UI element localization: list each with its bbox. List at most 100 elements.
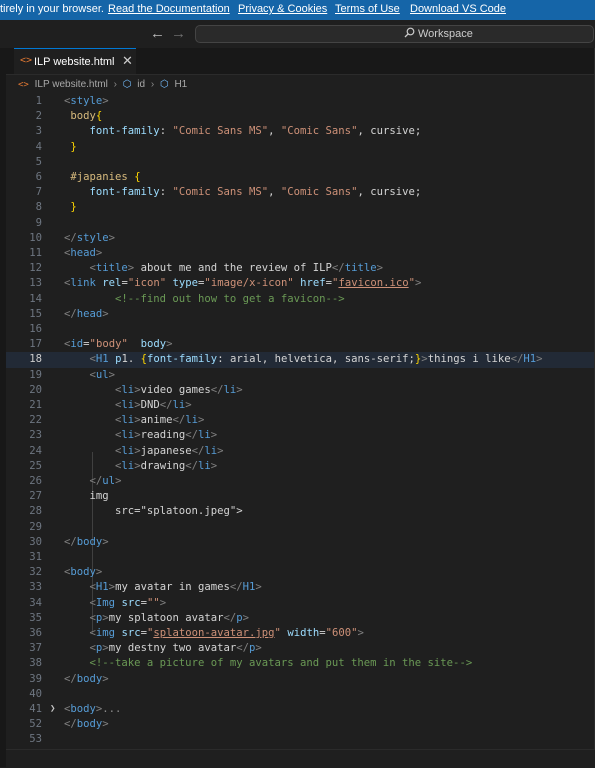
breadcrumb: <> ILP website.html › ⬡ id › ⬡ H1 xyxy=(18,79,190,93)
code-text: <H1 p1. {font-family: arial, helvetica, … xyxy=(89,353,543,366)
code-line[interactable]: 23 <li>reading</li> xyxy=(6,428,595,443)
breadcrumb-file[interactable]: ILP website.html xyxy=(35,79,108,90)
code-line[interactable]: 28 src="splatoon.jpeg"> xyxy=(6,504,595,519)
code-line[interactable]: 25 <li>drawing</li> xyxy=(6,459,595,474)
terms-of-use-link[interactable]: Terms of Use xyxy=(335,3,400,15)
command-center-search[interactable]: Workspace xyxy=(195,25,594,43)
code-line[interactable]: 39 </body> xyxy=(6,672,595,687)
code-line[interactable]: 22 <li>anime</li> xyxy=(6,413,595,428)
code-line[interactable]: 15 </head> xyxy=(6,307,595,322)
code-line[interactable]: 33 <H1>my avatar in games</H1> xyxy=(6,580,595,595)
code-line[interactable]: 10 </style> xyxy=(6,231,595,246)
code-line[interactable]: 3 font-family: "Comic Sans MS", "Comic S… xyxy=(6,124,595,139)
code-text: font-family: "Comic Sans MS", "Comic San… xyxy=(89,125,422,138)
code-line[interactable]: 2 body{ xyxy=(6,109,595,124)
code-line[interactable]: 8 } xyxy=(6,200,595,215)
line-number: 24 xyxy=(29,444,42,457)
code-line[interactable]: 32 <body> xyxy=(6,565,595,580)
close-icon[interactable]: ✕ xyxy=(122,53,133,69)
chevron-right-icon[interactable]: ❯ xyxy=(50,702,55,717)
command-center-label: Workspace xyxy=(418,28,473,40)
code-text: <img src="splatoon-avatar.jpg" width="60… xyxy=(89,627,364,639)
code-line[interactable]: 5 xyxy=(6,155,595,170)
code-line[interactable]: 30 </body> xyxy=(6,535,595,550)
line-number: 28 xyxy=(29,505,42,518)
code-line[interactable]: 20 <li>video games</li> xyxy=(6,383,595,398)
code-line[interactable]: 34 <Img src=""> xyxy=(6,596,595,611)
privacy-cookies-link[interactable]: Privacy & Cookies xyxy=(238,3,327,15)
breadcrumb-item-id[interactable]: id xyxy=(137,79,145,90)
line-number: 39 xyxy=(29,672,42,685)
code-text: </body> xyxy=(64,718,109,731)
breadcrumb-item-h1[interactable]: H1 xyxy=(174,79,187,90)
code-line[interactable]: 38 <!--take a picture of my avatars and … xyxy=(6,656,595,671)
line-number: 8 xyxy=(35,201,42,214)
code-line[interactable]: 1 <style> xyxy=(6,94,595,109)
code-line[interactable]: 11 <head> xyxy=(6,246,595,261)
line-number: 4 xyxy=(35,140,42,153)
code-line[interactable]: 13 <link rel="icon" type="image/x-icon" h… xyxy=(6,276,595,291)
code-line[interactable]: 36 <img src="splatoon-avatar.jpg" width=… xyxy=(6,626,595,641)
line-number: 7 xyxy=(35,186,42,199)
arrow-left-icon[interactable]: ← xyxy=(150,25,165,42)
html-file-icon: <> xyxy=(18,80,29,90)
code-text: </body> xyxy=(64,672,109,685)
code-text: </head> xyxy=(64,307,109,320)
code-text: <li>reading</li> xyxy=(115,429,218,442)
code-line[interactable]: 18 <H1 p1. {font-family: arial, helvetic… xyxy=(6,352,595,368)
code-text: </ul> xyxy=(89,475,122,487)
code-line[interactable]: 27 img xyxy=(6,489,595,504)
code-text: <li>japanese</li> xyxy=(115,444,224,457)
line-number: 21 xyxy=(29,399,42,411)
code-line[interactable]: 37 <p>my destny two avatar</p> xyxy=(6,641,595,656)
code-line[interactable]: 6 #japanies { xyxy=(6,170,595,185)
line-number: 1 xyxy=(35,95,42,107)
tab-ilp-website-html[interactable]: <> ILP website.html ✕ xyxy=(14,48,136,74)
code-line[interactable]: 16 xyxy=(6,322,595,337)
line-number: 2 xyxy=(35,110,42,123)
code-text: img xyxy=(89,490,109,503)
line-number: 53 xyxy=(29,733,42,746)
code-line[interactable]: 24 <li>japanese</li> xyxy=(6,444,595,459)
line-number: 22 xyxy=(29,414,42,427)
line-number: 30 xyxy=(29,535,42,548)
code-line[interactable]: 35 <p>my splatoon avatar</p> xyxy=(6,611,595,626)
code-line[interactable]: 26 </ul> xyxy=(6,474,595,489)
code-line[interactable]: 53 xyxy=(6,732,595,747)
code-text: <link rel="icon" type="image/x-icon" hre… xyxy=(64,277,422,290)
code-line[interactable]: 21 <li>DND</li> xyxy=(6,398,595,413)
code-text: <li>drawing</li> xyxy=(115,459,218,472)
code-line[interactable]: 40 xyxy=(6,687,595,702)
code-text: src="splatoon.jpeg"> xyxy=(64,505,243,518)
search-icon xyxy=(404,27,415,41)
line-number: 31 xyxy=(29,551,42,563)
code-text: <body> xyxy=(64,566,103,579)
code-line[interactable]: 14 <!--find out how to get a favicon--> xyxy=(6,292,595,307)
code-line[interactable]: 29 xyxy=(6,520,595,535)
code-line[interactable]: 17 <id="body" body> xyxy=(6,337,595,352)
code-line[interactable]: 12 <title> about me and the review of IL… xyxy=(6,261,595,276)
code-text: body{ xyxy=(70,110,103,123)
download-vscode-link[interactable]: Download VS Code xyxy=(410,3,506,15)
code-line[interactable]: 19 <ul> xyxy=(6,368,595,383)
code-line[interactable]: 7 font-family: "Comic Sans MS", "Comic S… xyxy=(6,185,595,200)
code-text: <!--find out how to get a favicon--> xyxy=(115,292,345,305)
line-number: 12 xyxy=(29,262,42,275)
arrow-right-icon[interactable]: → xyxy=(171,25,186,42)
code-text: <id="body" body> xyxy=(64,338,173,351)
code-text: <p>my destny two avatar</p> xyxy=(89,642,262,655)
code-line[interactable]: 52 </body> xyxy=(6,717,595,732)
code-line[interactable]: 9 xyxy=(6,216,595,231)
code-line[interactable]: 31 xyxy=(6,550,595,565)
read-documentation-link[interactable]: Read the Documentation xyxy=(108,3,230,15)
line-number: 37 xyxy=(29,642,42,655)
tab-label: ILP website.html xyxy=(34,56,115,68)
code-line[interactable]: 41 ❯ <body>... xyxy=(6,702,595,717)
code-text: font-family: "Comic Sans MS", "Comic San… xyxy=(89,186,422,199)
line-number: 16 xyxy=(29,323,42,335)
line-number: 20 xyxy=(29,383,42,396)
line-number: 52 xyxy=(29,718,42,731)
line-number: 40 xyxy=(29,687,42,700)
code-editor[interactable]: 1 <style> 2 body{3 font-family: "Comic San… xyxy=(6,94,595,749)
code-line[interactable]: 4 } xyxy=(6,140,595,155)
